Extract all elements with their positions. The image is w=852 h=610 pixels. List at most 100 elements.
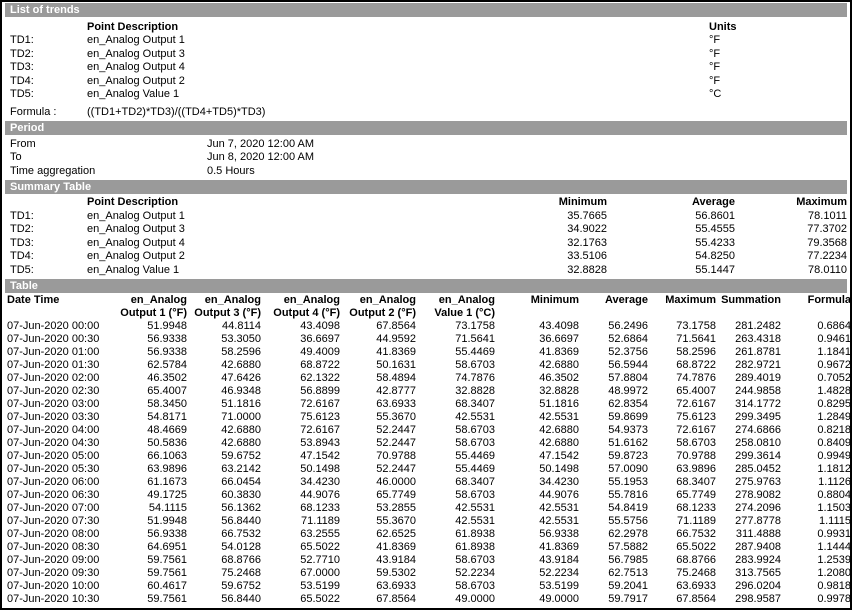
date-time: 07-Jun-2020 10:30 xyxy=(5,593,115,606)
maximum-value: 65.5022 xyxy=(648,541,716,554)
summation-value: 281.2482 xyxy=(716,320,781,333)
col-header-line1: en_Analog xyxy=(131,294,187,307)
average-value: 55.7816 xyxy=(579,489,648,502)
col-header-average: Average xyxy=(579,294,648,320)
maximum-value: 71.1189 xyxy=(648,515,716,528)
output2-value: 62.6525 xyxy=(340,528,416,541)
minimum-value: 44.9076 xyxy=(495,489,579,502)
output4-value: 75.6123 xyxy=(261,411,340,424)
col-header-output1: en_Analog Output 1 (°F) xyxy=(115,294,187,320)
trend-description: en_Analog Output 3 xyxy=(87,48,709,62)
output1-value: 59.7561 xyxy=(115,554,187,567)
summation-value: 313.7565 xyxy=(716,567,781,580)
summary-maximum: 77.2234 xyxy=(735,250,847,264)
average-value: 57.8804 xyxy=(579,372,648,385)
col-header-output2: en_Analog Output 2 (°F) xyxy=(340,294,416,320)
col-header-line2: Output 1 (°F) xyxy=(120,307,187,320)
maximum-value: 68.1233 xyxy=(648,502,716,515)
value1-value: 32.8828 xyxy=(416,385,495,398)
value1-value: 58.6703 xyxy=(416,554,495,567)
summation-value: 299.3614 xyxy=(716,450,781,463)
output3-value: 66.0454 xyxy=(187,476,261,489)
trend-row: TD1:en_Analog Output 1°F xyxy=(5,34,847,48)
output4-value: 49.4009 xyxy=(261,346,340,359)
output1-value: 51.9948 xyxy=(115,320,187,333)
col-header-line1: Average xyxy=(605,294,648,307)
date-time: 07-Jun-2020 09:00 xyxy=(5,554,115,567)
spacer-cell xyxy=(5,196,87,210)
table-row: 07-Jun-2020 02:3065.400746.934856.889942… xyxy=(5,385,847,398)
average-value: 62.2978 xyxy=(579,528,648,541)
summary-row: TD3:en_Analog Output 432.176355.423379.3… xyxy=(5,237,847,251)
minimum-value: 47.1542 xyxy=(495,450,579,463)
minimum-value: 52.2234 xyxy=(495,567,579,580)
trend-row: TD3:en_Analog Output 4°F xyxy=(5,61,847,75)
summation-value: 287.9408 xyxy=(716,541,781,554)
output3-value: 53.3050 xyxy=(187,333,261,346)
spacer-cell xyxy=(5,20,87,34)
col-header-line2: Output 2 (°F) xyxy=(349,307,416,320)
output1-value: 66.1063 xyxy=(115,450,187,463)
minimum-value: 41.8369 xyxy=(495,541,579,554)
summary-description: en_Analog Value 1 xyxy=(87,264,487,278)
summation-value: 278.9082 xyxy=(716,489,781,502)
output4-value: 63.2555 xyxy=(261,528,340,541)
output4-value: 50.1498 xyxy=(261,463,340,476)
date-time: 07-Jun-2020 04:30 xyxy=(5,437,115,450)
output2-value: 50.1631 xyxy=(340,359,416,372)
average-value: 57.5882 xyxy=(579,541,648,554)
maximum-value: 73.1758 xyxy=(648,320,716,333)
output2-value: 52.2447 xyxy=(340,463,416,476)
period-row: ToJun 8, 2020 12:00 AM xyxy=(5,151,847,165)
output3-value: 44.8114 xyxy=(187,320,261,333)
summary-average: 55.1447 xyxy=(607,264,735,278)
minimum-value: 42.5531 xyxy=(495,411,579,424)
output3-value: 42.6880 xyxy=(187,359,261,372)
output4-value: 62.1322 xyxy=(261,372,340,385)
average-value: 59.8699 xyxy=(579,411,648,424)
output4-value: 68.1233 xyxy=(261,502,340,515)
date-time: 07-Jun-2020 08:30 xyxy=(5,541,115,554)
date-time: 07-Jun-2020 01:30 xyxy=(5,359,115,372)
formula-label: Formula : xyxy=(5,105,87,119)
date-time: 07-Jun-2020 07:30 xyxy=(5,515,115,528)
output4-value: 72.6167 xyxy=(261,424,340,437)
summary-minimum: 33.5106 xyxy=(487,250,607,264)
minimum-value: 46.3502 xyxy=(495,372,579,385)
output3-value: 46.9348 xyxy=(187,385,261,398)
table-row: 07-Jun-2020 10:3059.756156.844065.502267… xyxy=(5,593,847,606)
col-header-maximum: Maximum xyxy=(735,196,847,210)
summation-value: 277.8778 xyxy=(716,515,781,528)
table-row: 07-Jun-2020 08:0056.933866.753263.255562… xyxy=(5,528,847,541)
output1-value: 65.4007 xyxy=(115,385,187,398)
trend-row: TD2:en_Analog Output 3°F xyxy=(5,48,847,62)
output4-value: 47.1542 xyxy=(261,450,340,463)
summary-id: TD3: xyxy=(5,237,87,251)
formula-value: 1.2849 xyxy=(781,411,851,424)
average-value: 56.2496 xyxy=(579,320,648,333)
section-header-period: Period xyxy=(5,121,847,135)
summation-value: 283.9924 xyxy=(716,554,781,567)
average-value: 57.0090 xyxy=(579,463,648,476)
table-row: 07-Jun-2020 03:3054.817171.000075.612355… xyxy=(5,411,847,424)
period-label: From xyxy=(5,138,207,152)
average-value: 59.8723 xyxy=(579,450,648,463)
summation-value: 285.0452 xyxy=(716,463,781,476)
summary-row: TD1:en_Analog Output 135.766556.860178.1… xyxy=(5,210,847,224)
trend-id: TD3: xyxy=(5,61,87,75)
table-row: 07-Jun-2020 02:0046.350247.642662.132258… xyxy=(5,372,847,385)
summary-id: TD1: xyxy=(5,210,87,224)
output1-value: 64.6951 xyxy=(115,541,187,554)
output1-value: 54.1115 xyxy=(115,502,187,515)
value1-value: 58.6703 xyxy=(416,489,495,502)
value1-value: 58.6703 xyxy=(416,359,495,372)
list-of-trends-rows: TD1:en_Analog Output 1°FTD2:en_Analog Ou… xyxy=(5,34,847,102)
output1-value: 62.5784 xyxy=(115,359,187,372)
col-header-minimum: Minimum xyxy=(487,196,607,210)
summary-id: TD2: xyxy=(5,223,87,237)
table-header-row: Date Time en_Analog Output 1 (°F) en_Ana… xyxy=(5,294,847,320)
average-value: 59.2041 xyxy=(579,580,648,593)
maximum-value: 58.2596 xyxy=(648,346,716,359)
summary-average: 54.8250 xyxy=(607,250,735,264)
date-time: 07-Jun-2020 05:00 xyxy=(5,450,115,463)
